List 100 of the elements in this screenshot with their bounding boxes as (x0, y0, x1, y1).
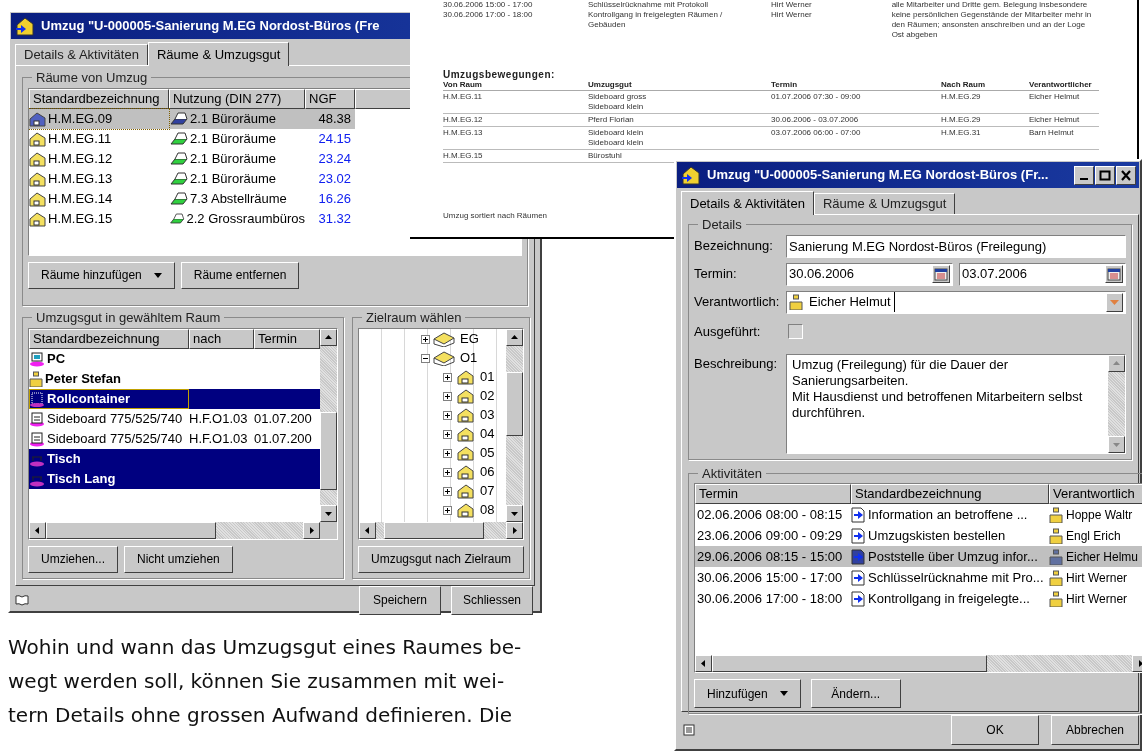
table-cell[interactable]: 23.02 (318, 168, 351, 189)
horizontal-scrollbar[interactable] (695, 655, 1142, 672)
table-cell[interactable]: Hoppe Waltr (1066, 505, 1133, 524)
tree-item[interactable]: O1 (458, 348, 480, 368)
table-cell[interactable]: Sideboard 775/525/740 (47, 428, 183, 449)
table-cell[interactable]: Poststelle über Umzug infor... (868, 546, 1038, 567)
table-cell[interactable]: Peter Stefan (45, 368, 121, 389)
column-header[interactable]: NGF (305, 88, 355, 109)
push-button[interactable]: Abbrechen (1051, 715, 1139, 745)
table-cell[interactable]: H.M.EG.14 (48, 188, 113, 209)
minimize-button[interactable] (1074, 165, 1094, 185)
dropdown-button[interactable]: Hinzufügen (694, 679, 801, 708)
scroll-down-button[interactable] (1108, 435, 1125, 453)
push-button[interactable]: OK (951, 715, 1039, 745)
push-button[interactable]: Umzugsgut nach Zielraum (358, 545, 525, 573)
scroll-left-button[interactable] (359, 521, 376, 539)
scroll-up-button[interactable] (506, 328, 524, 346)
table-cell[interactable]: Umzugskisten bestellen (868, 525, 1006, 546)
scroll-thumb[interactable] (712, 655, 987, 672)
table-cell[interactable]: 2.1 Büroräume (190, 108, 276, 129)
column-header[interactable]: Verantwortlich (1049, 484, 1142, 504)
table-cell[interactable]: Tisch (47, 448, 81, 469)
expand-icon[interactable] (443, 372, 452, 382)
table-cell[interactable]: H.F.O1.03 (189, 408, 254, 429)
column-header[interactable]: Standardbezeichnung (29, 328, 189, 349)
table-cell[interactable]: Schlüsselrücknahme mit Pro... (868, 567, 1044, 588)
tab[interactable]: Räume & Umzugsgut (147, 42, 290, 66)
table-cell[interactable]: 23.06.2006 09:00 - 09:29 (695, 525, 851, 546)
column-header[interactable]: Standardbezeichnung (851, 484, 1049, 504)
column-header[interactable]: Nutzung (DIN 277) (169, 88, 305, 109)
table-cell[interactable]: H.M.EG.09 (48, 108, 113, 129)
push-button[interactable]: Ändern... (810, 679, 901, 708)
column-header[interactable]: nach (189, 328, 254, 349)
scroll-down-button[interactable] (506, 504, 524, 522)
table-cell[interactable]: 48.38 (318, 108, 351, 129)
column-header[interactable]: Termin (695, 484, 851, 504)
tree-item[interactable]: 06 (478, 462, 497, 482)
table-cell[interactable]: Information an betroffene ... (868, 504, 1028, 525)
horizontal-scrollbar[interactable] (29, 521, 320, 539)
table-cell[interactable]: 30.06.2006 17:00 - 18:00 (695, 588, 851, 609)
collapse-icon[interactable] (421, 353, 430, 363)
scroll-up-button[interactable] (1108, 354, 1125, 372)
push-button[interactable]: Speichern (359, 585, 441, 615)
tab[interactable]: Räume & Umzugsgut (813, 193, 956, 214)
calendar-button[interactable] (1105, 265, 1123, 283)
expand-icon[interactable] (443, 448, 452, 458)
expand-icon[interactable] (443, 505, 452, 515)
table-cell[interactable]: 16.26 (318, 188, 351, 209)
push-button[interactable]: Umziehen... (28, 545, 119, 573)
tree-item[interactable]: 05 (478, 443, 497, 463)
vertical-scrollbar[interactable] (1108, 354, 1125, 453)
table-cell[interactable]: 31.32 (318, 208, 351, 229)
scroll-down-button[interactable] (320, 504, 337, 522)
table-cell[interactable]: 02.06.2006 08:00 - 08:15 (695, 504, 851, 525)
table-cell[interactable]: PC (47, 348, 66, 369)
tree-item[interactable]: 07 (478, 481, 497, 501)
tab[interactable]: Details & Aktivitäten (681, 191, 814, 215)
maximize-button[interactable] (1095, 165, 1115, 185)
table-cell[interactable]: Hirt Werner (1066, 589, 1128, 608)
push-button[interactable]: Räume entfernen (180, 261, 300, 289)
date-field[interactable]: 03.07.2006 (959, 262, 1126, 286)
table-cell[interactable]: 29.06.2006 08:15 - 15:00 (695, 546, 851, 567)
table-cell[interactable]: 2.1 Büroräume (190, 148, 276, 169)
scroll-thumb[interactable] (384, 521, 484, 539)
table-cell[interactable]: 01.07.200 (254, 408, 312, 429)
table-cell[interactable]: H.M.EG.13 (48, 168, 113, 189)
table-cell[interactable]: H.M.EG.11 (48, 128, 112, 149)
dropdown-arrow-button[interactable] (1106, 292, 1123, 312)
table-cell[interactable]: H.F.O1.03 (189, 428, 254, 449)
vertical-scrollbar[interactable] (320, 328, 337, 522)
tree-item[interactable]: 04 (478, 424, 497, 444)
table-cell[interactable]: 2.1 Büroräume (190, 128, 276, 149)
expand-icon[interactable] (443, 429, 452, 439)
push-button[interactable]: Schliessen (451, 585, 533, 615)
scroll-thumb[interactable] (46, 521, 216, 539)
description-field[interactable]: Umzug (Freilegung) für die Dauer der Sanierungsarbeiten. Mit Hausdienst und betroffenen Mitarbeitern selbst durchführen. (786, 353, 1126, 454)
expand-icon[interactable] (443, 410, 452, 420)
date-field[interactable]: 30.06.2006 (786, 262, 953, 286)
expand-icon[interactable] (443, 486, 452, 496)
table-cell[interactable]: 24.15 (318, 128, 351, 149)
column-header[interactable]: Standardbezeichnung (29, 88, 169, 109)
push-button[interactable]: Nicht umziehen (124, 545, 233, 573)
table-cell[interactable]: 01.07.200 (254, 428, 312, 449)
table-cell[interactable]: Hirt Werner (1066, 568, 1128, 587)
scroll-thumb[interactable] (506, 371, 524, 436)
table-cell[interactable]: Sideboard 775/525/740 (47, 408, 183, 429)
tree-item[interactable]: 08 (478, 500, 497, 520)
scroll-left-button[interactable] (29, 521, 46, 539)
expand-icon[interactable] (421, 334, 430, 344)
tab[interactable]: Details & Aktivitäten (15, 44, 148, 65)
table-cell[interactable]: 2.2 Grossraumbüros (186, 208, 305, 229)
table-cell[interactable]: Eicher Helmu (1066, 547, 1139, 566)
scroll-up-button[interactable] (320, 328, 337, 346)
text-field[interactable]: Sanierung M.EG Nordost-Büros (Freilegung) (786, 234, 1126, 258)
table-cell[interactable]: 2.1 Büroräume (190, 168, 276, 189)
tree-item[interactable]: 01 (478, 367, 497, 387)
scroll-thumb[interactable] (320, 411, 337, 490)
table-cell[interactable]: 7.3 Abstellräume (190, 188, 287, 209)
person-combobox[interactable]: Eicher Helmut (786, 290, 1126, 314)
dropdown-button[interactable]: Räume hinzufügen (28, 261, 175, 289)
